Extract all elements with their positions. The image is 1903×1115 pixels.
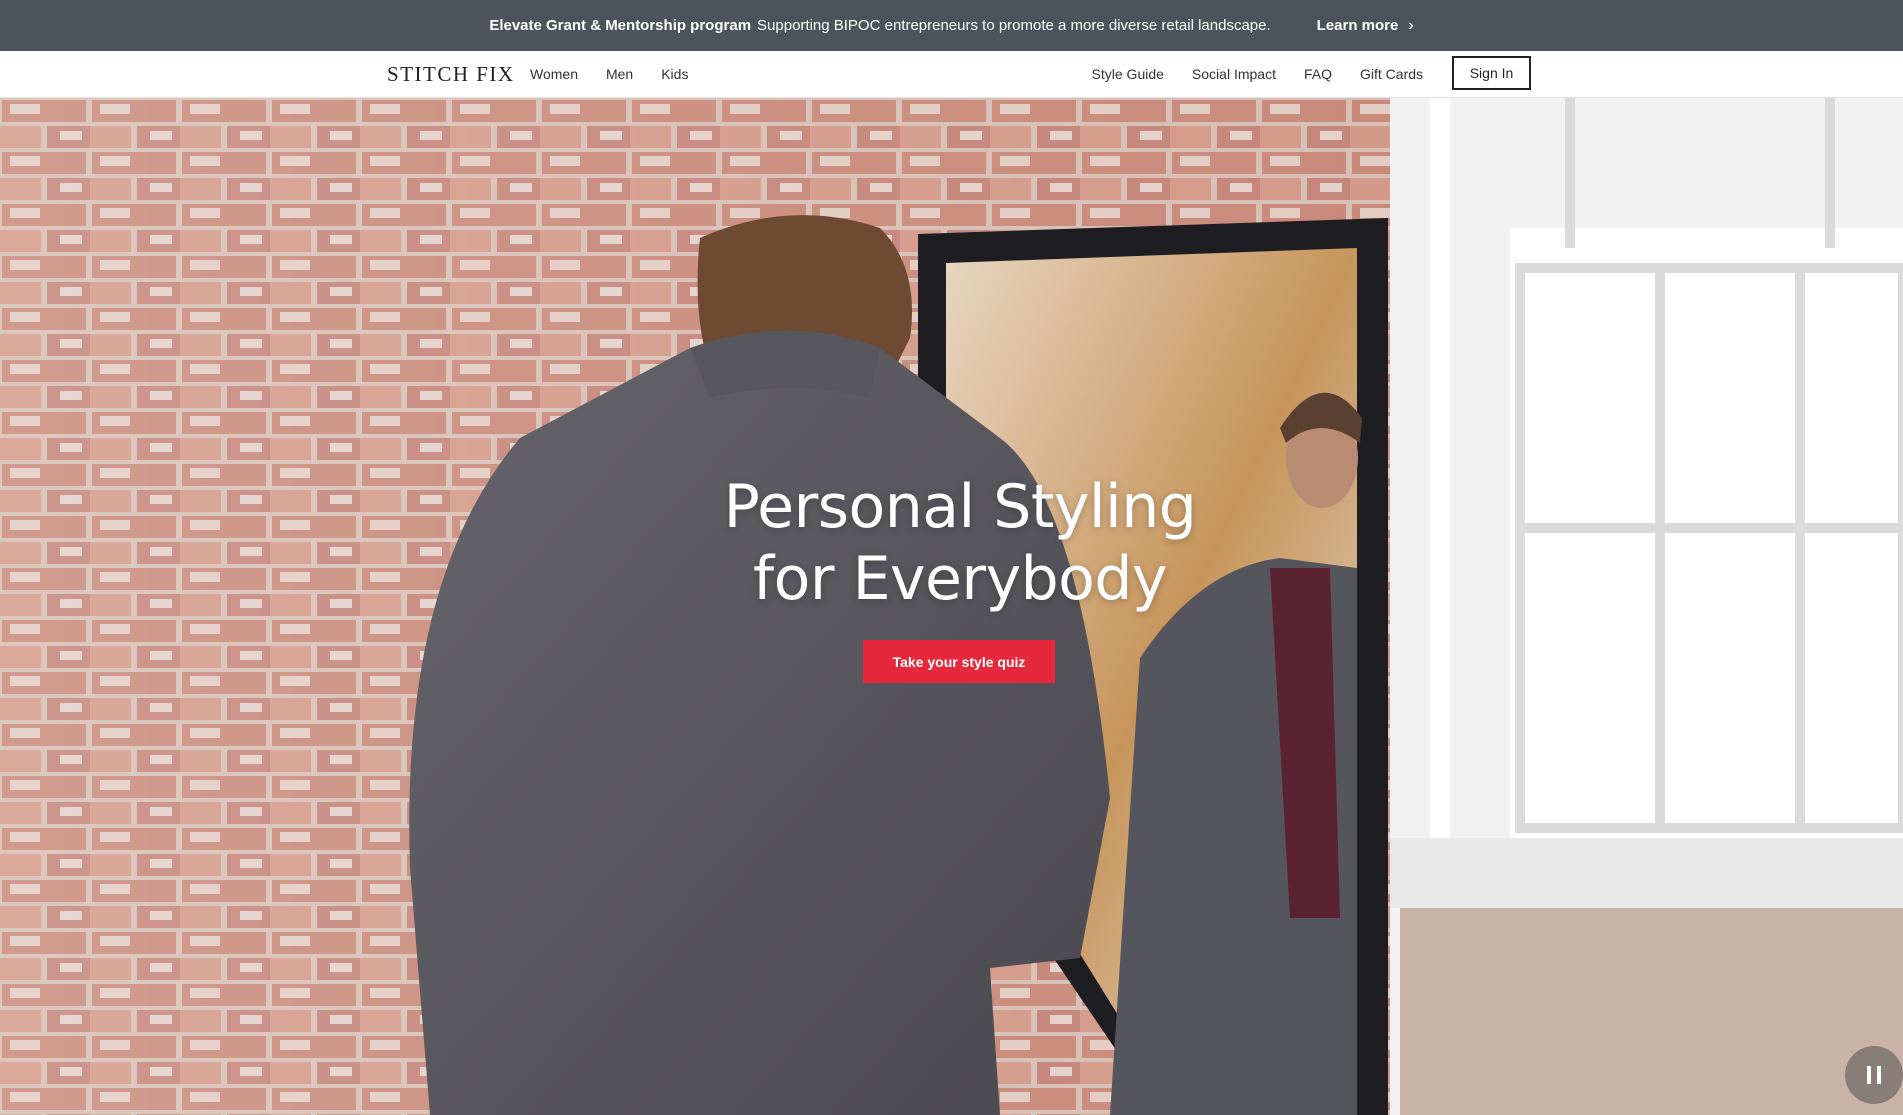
promo-title: Elevate Grant & Mentorship program [489,17,752,34]
top-nav: STITCH FIX Women Men Kids Style Guide So… [0,51,1903,98]
learn-more-link[interactable]: Learn more › [1317,17,1414,35]
nav-right-group: Style Guide Social Impact FAQ Gift Cards [1092,66,1423,82]
pause-icon [1867,1066,1871,1084]
chevron-right-icon: › [1408,16,1414,34]
nav-item-gift-cards[interactable]: Gift Cards [1360,66,1423,82]
nav-left-group: Women Men Kids [530,66,688,82]
nav-item-kids[interactable]: Kids [661,66,688,82]
nav-item-women[interactable]: Women [530,66,578,82]
nav-item-social-impact[interactable]: Social Impact [1192,66,1276,82]
promo-text: Supporting BIPOC entrepreneurs to promot… [757,17,1271,34]
sign-in-button[interactable]: Sign In [1452,56,1531,90]
learn-more-label: Learn more [1316,17,1399,34]
hero-headline-line1: Personal Styling [723,472,1197,542]
nav-item-faq[interactable]: FAQ [1304,66,1332,82]
promo-banner: Elevate Grant & Mentorship program Suppo… [0,0,1903,51]
style-quiz-button[interactable]: Take your style quiz [863,640,1055,683]
hero-headline: Personal Styling for Everybody [660,471,1260,615]
hero-section: Personal Styling for Everybody Take your… [0,98,1903,1115]
pause-icon-bar [1877,1066,1881,1084]
nav-item-style-guide[interactable]: Style Guide [1092,66,1164,82]
hero-headline-line2: for Everybody [753,544,1167,614]
nav-item-men[interactable]: Men [606,66,633,82]
brand-logo[interactable]: STITCH FIX [387,62,515,87]
pause-button[interactable] [1845,1046,1903,1104]
